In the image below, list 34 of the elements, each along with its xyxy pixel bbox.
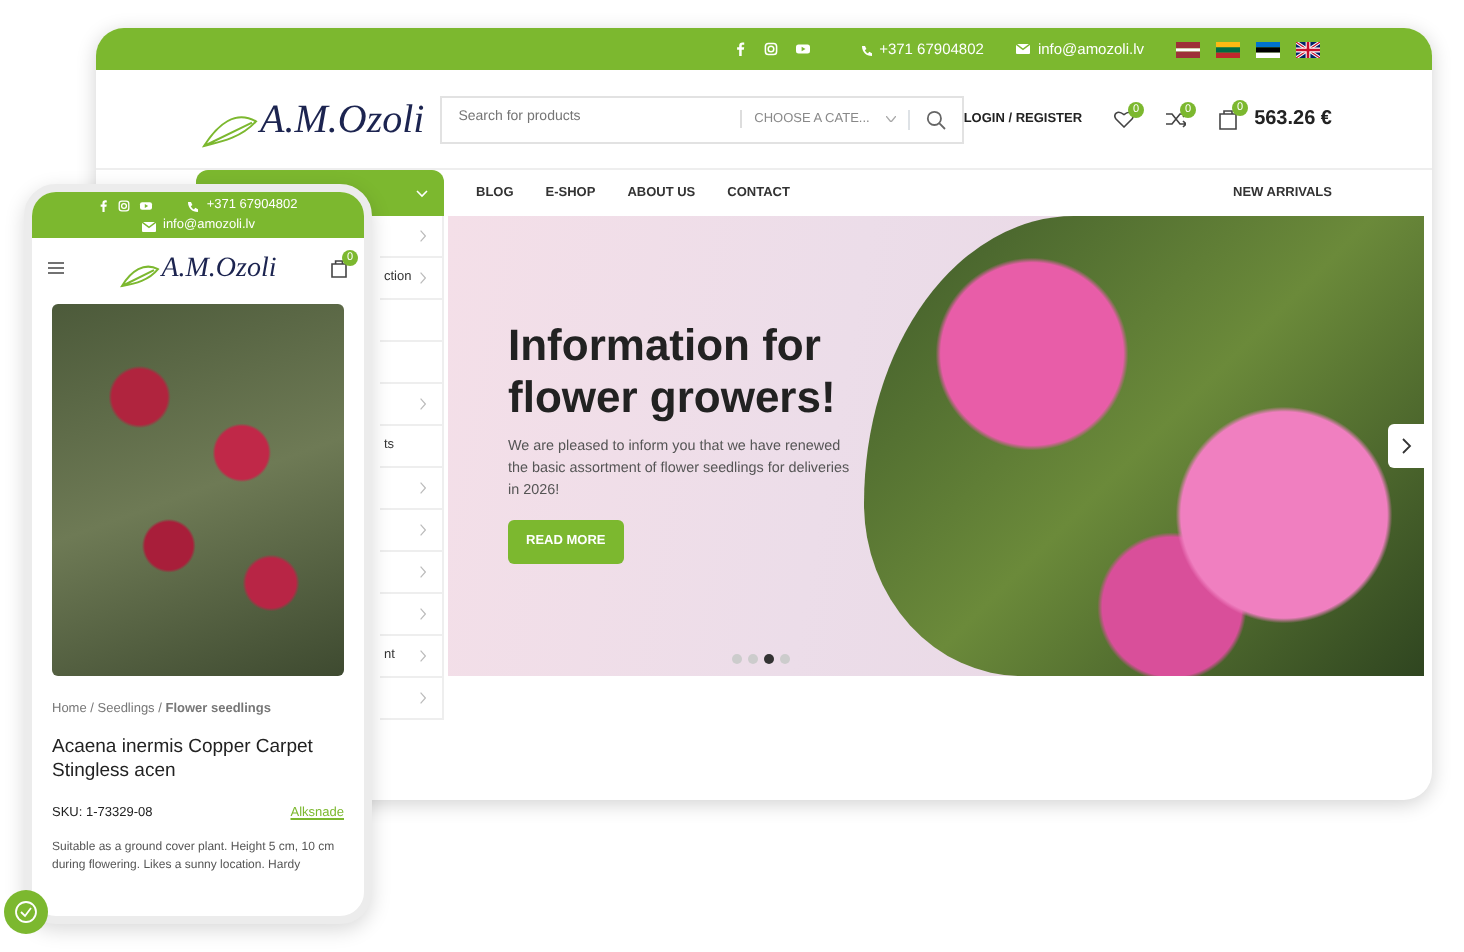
product-title: Acaena inermis Copper Carpet Stingless acen [50, 733, 315, 785]
facebook-icon[interactable] [733, 42, 748, 56]
next-slide-button[interactable] [1388, 424, 1424, 468]
slider-dot[interactable] [779, 654, 789, 664]
shopping-bag-icon[interactable] [1218, 108, 1239, 130]
shuffle-icon[interactable] [1166, 110, 1187, 128]
shopping-bag-icon[interactable] [330, 258, 348, 278]
youtube-icon[interactable] [793, 42, 812, 56]
chevron-right-icon [1401, 438, 1411, 454]
phone-icon [859, 43, 872, 55]
instagram-icon[interactable] [763, 42, 778, 56]
slider-dot[interactable] [731, 654, 741, 664]
site-logo[interactable]: A.M.Ozoli [161, 247, 277, 289]
caret-icon [885, 116, 896, 122]
youtube-icon[interactable] [138, 200, 155, 212]
phone-icon [186, 200, 199, 212]
heart-icon[interactable] [1114, 110, 1135, 128]
cart-total[interactable]: 563.26 € [1254, 104, 1332, 134]
chevron-down-icon [416, 189, 428, 197]
hero-title: Information for flower growers! [508, 320, 838, 424]
flag-icon[interactable] [1176, 41, 1200, 57]
check-circle-icon [14, 900, 38, 924]
site-logo[interactable]: A.M.Ozoli [260, 89, 425, 149]
envelope-icon [141, 221, 155, 231]
flag-icon[interactable] [1296, 41, 1320, 57]
instagram-icon[interactable] [118, 200, 131, 212]
slider-dot[interactable] [763, 654, 773, 664]
menu-icon[interactable] [48, 262, 64, 274]
envelope-icon [1015, 44, 1030, 54]
flag-icon[interactable] [1256, 41, 1280, 57]
slider-dot[interactable] [747, 654, 757, 664]
facebook-icon[interactable] [98, 200, 111, 212]
search-icon[interactable] [925, 109, 946, 129]
accessibility-button[interactable] [4, 890, 48, 934]
